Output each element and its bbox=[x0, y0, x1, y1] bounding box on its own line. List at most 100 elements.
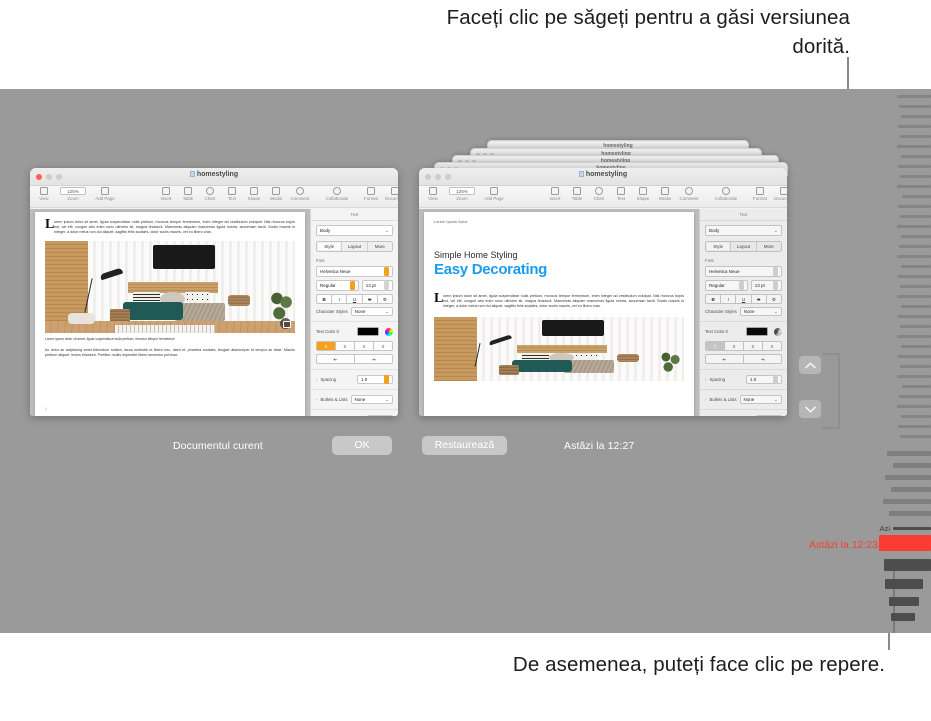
toolbar-shape[interactable]: Shape bbox=[246, 187, 262, 202]
timeline-tick[interactable] bbox=[902, 385, 931, 388]
font-size-field[interactable]: 13 pt bbox=[361, 280, 393, 291]
disclosure-triangle-icon[interactable]: › bbox=[316, 397, 318, 402]
bold-button[interactable]: B bbox=[316, 294, 332, 304]
spacing-value-field[interactable]: 1.0 bbox=[746, 375, 782, 384]
timeline-tick[interactable] bbox=[901, 155, 931, 158]
text-style-buttons[interactable]: B I U S ⚙ bbox=[316, 294, 394, 304]
timeline-tick[interactable] bbox=[897, 295, 931, 298]
timeline-tick[interactable] bbox=[898, 165, 931, 168]
version-document-canvas[interactable]: Lorem Ipsum Dolor Simple Home Styling Ea… bbox=[419, 209, 699, 416]
toolbar-media[interactable]: Media bbox=[657, 187, 673, 202]
strikethrough-button[interactable]: S bbox=[750, 294, 766, 304]
timeline-tick[interactable] bbox=[900, 175, 931, 178]
toolbar-chart[interactable]: Chart bbox=[591, 187, 607, 202]
timeline-tick[interactable] bbox=[900, 365, 931, 368]
toolbar-add-page[interactable]: Add Page bbox=[482, 187, 506, 202]
tab-layout[interactable]: Layout bbox=[731, 242, 757, 251]
color-wheel-icon[interactable] bbox=[385, 327, 393, 336]
font-size-field[interactable]: 13 pt bbox=[750, 280, 782, 291]
text-style-buttons[interactable]: B I U S ⚙ bbox=[705, 294, 783, 304]
timeline-tick[interactable] bbox=[897, 335, 931, 338]
toolbar-format[interactable]: Format bbox=[360, 187, 382, 202]
toolbar-text[interactable]: Text bbox=[224, 187, 240, 202]
timeline-tick-group[interactable] bbox=[891, 487, 931, 492]
toolbar-insert[interactable]: Insert bbox=[158, 187, 174, 202]
font-size-stepper-icon[interactable] bbox=[384, 281, 389, 290]
timeline-tick-group[interactable] bbox=[887, 451, 931, 456]
timeline-tick[interactable] bbox=[901, 265, 931, 268]
dropcap-style-dropdown[interactable]: A☰⌄ bbox=[367, 415, 393, 416]
timeline-tick[interactable] bbox=[898, 125, 931, 128]
character-styles-dropdown[interactable]: None ⌄ bbox=[739, 307, 782, 316]
disclosure-triangle-icon[interactable]: › bbox=[705, 377, 707, 382]
align-justify-button[interactable]: ≡ bbox=[373, 341, 393, 351]
toolbar-zoom[interactable]: 125% Zoom bbox=[58, 187, 88, 202]
align-right-button[interactable]: ≡ bbox=[743, 341, 762, 351]
align-left-button[interactable]: ≡ bbox=[316, 341, 335, 351]
photo-mask-badge-icon[interactable] bbox=[280, 318, 291, 330]
font-family-stepper-icon[interactable] bbox=[384, 267, 389, 276]
toolbar-collaborate[interactable]: Collaborate bbox=[711, 187, 741, 202]
font-weight-stepper-icon[interactable] bbox=[738, 281, 744, 290]
disclosure-triangle-icon[interactable]: › bbox=[705, 397, 707, 402]
toolbar-document[interactable]: Document bbox=[382, 187, 398, 202]
indent-buttons[interactable]: ⇤ ⇥ bbox=[705, 354, 782, 364]
bullets-row[interactable]: › Bullets & Lists None ⌄ bbox=[705, 395, 782, 404]
timeline-tick[interactable] bbox=[897, 405, 931, 408]
toolbar-view[interactable]: View bbox=[425, 187, 441, 202]
text-color-swatch[interactable] bbox=[746, 327, 768, 336]
tab-style[interactable]: Style bbox=[317, 242, 343, 251]
previous-version-button[interactable] bbox=[799, 356, 821, 374]
spacing-stepper-icon[interactable] bbox=[773, 375, 778, 384]
current-document-canvas[interactable]: L orem ipsum dolor sit amet, ligula susp… bbox=[30, 209, 310, 416]
dropcap-row[interactable]: Drop Cap A☰⌄ bbox=[705, 415, 782, 416]
color-wheel-icon[interactable] bbox=[774, 327, 782, 336]
version-document-page[interactable]: Lorem Ipsum Dolor Simple Home Styling Ea… bbox=[424, 212, 694, 416]
current-document-photo[interactable] bbox=[45, 241, 295, 334]
align-left-button[interactable]: ≡ bbox=[705, 341, 724, 351]
version-window-toolbar[interactable]: View 125% Zoom Add Page Insert Table Cha… bbox=[419, 186, 787, 208]
timeline-tick[interactable] bbox=[901, 345, 931, 348]
toolbar-table[interactable]: Table bbox=[569, 187, 585, 202]
version-inspector-panel[interactable]: Text Body ⌄ Style Layout More Font Helvet… bbox=[699, 209, 787, 416]
timeline-version-tick[interactable] bbox=[885, 579, 923, 589]
timeline-tick[interactable] bbox=[901, 115, 931, 118]
timeline-tick[interactable] bbox=[900, 135, 931, 138]
current-window-toolbar[interactable]: View 125% Zoom Add Page Insert Table Cha… bbox=[30, 186, 398, 208]
timeline-today-tick[interactable] bbox=[893, 527, 931, 530]
indent-button[interactable]: ⇥ bbox=[354, 354, 393, 364]
timeline-tick[interactable] bbox=[898, 425, 931, 428]
toolbar-chart[interactable]: Chart bbox=[202, 187, 218, 202]
outdent-button[interactable]: ⇤ bbox=[316, 354, 354, 364]
indent-button[interactable]: ⇥ bbox=[743, 354, 782, 364]
align-center-button[interactable]: ≡ bbox=[335, 341, 354, 351]
indent-buttons[interactable]: ⇤ ⇥ bbox=[316, 354, 393, 364]
character-styles-row[interactable]: Character Styles None ⌄ bbox=[316, 307, 393, 316]
toolbar-document[interactable]: Document bbox=[771, 187, 787, 202]
timeline-version-tick[interactable] bbox=[884, 559, 931, 571]
underline-button[interactable]: U bbox=[735, 294, 751, 304]
timeline-tick-group[interactable] bbox=[885, 475, 931, 480]
bold-button[interactable]: B bbox=[705, 294, 721, 304]
tab-style[interactable]: Style bbox=[706, 242, 732, 251]
bullets-dropdown[interactable]: None ⌄ bbox=[739, 395, 782, 404]
text-color-swatch[interactable] bbox=[357, 327, 379, 336]
dropcap-style-dropdown[interactable]: A☰⌄ bbox=[756, 415, 782, 416]
toolbar-collaborate[interactable]: Collaborate bbox=[322, 187, 352, 202]
paragraph-style-dropdown[interactable]: Body ⌄ bbox=[316, 225, 393, 236]
strikethrough-button[interactable]: S bbox=[361, 294, 377, 304]
current-inspector-panel[interactable]: Text Body ⌄ Style Layout More Font Helvet… bbox=[310, 209, 398, 416]
toolbar-format[interactable]: Format bbox=[749, 187, 771, 202]
timeline-tick-group[interactable] bbox=[883, 499, 931, 504]
version-document-window[interactable]: homestyling View 125% Zoom Add Page Inse… bbox=[419, 168, 787, 416]
spacing-row[interactable]: › Spacing 1.0 bbox=[316, 375, 393, 384]
tab-more[interactable]: More bbox=[757, 242, 781, 251]
alignment-buttons[interactable]: ≡ ≡ ≡ ≡ bbox=[316, 341, 393, 351]
font-weight-dropdown[interactable]: Regular bbox=[705, 280, 748, 291]
font-weight-stepper-icon[interactable] bbox=[349, 281, 355, 290]
paragraph-style-dropdown[interactable]: Body ⌄ bbox=[705, 225, 782, 236]
timeline-tick[interactable] bbox=[901, 235, 931, 238]
timeline-tick[interactable] bbox=[901, 305, 931, 308]
timeline-version-tick[interactable] bbox=[891, 613, 915, 621]
character-styles-dropdown[interactable]: None ⌄ bbox=[350, 307, 393, 316]
